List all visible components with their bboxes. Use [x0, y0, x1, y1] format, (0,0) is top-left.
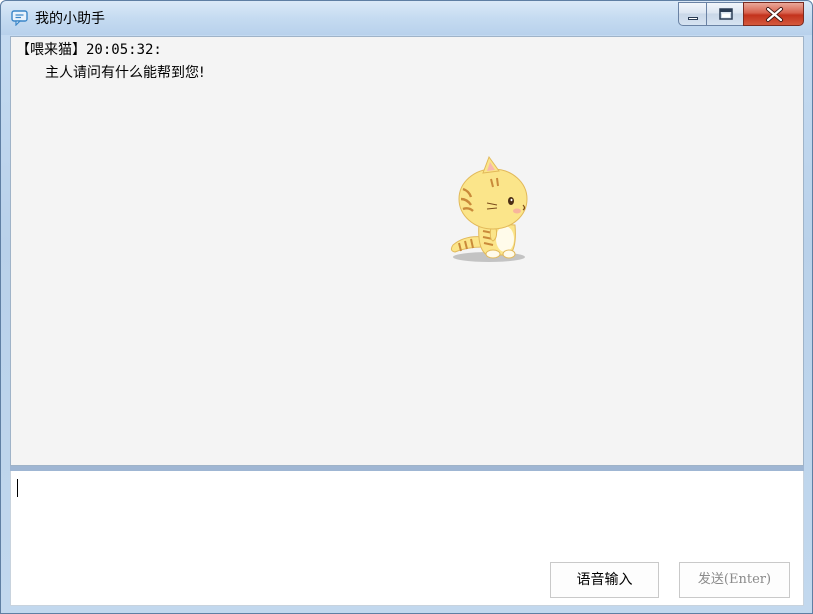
minimize-icon [688, 17, 698, 20]
close-icon [766, 7, 783, 22]
send-button[interactable]: 发送(Enter) [679, 562, 790, 598]
window-title: 我的小助手 [35, 11, 105, 27]
chat-bubble-icon [11, 10, 29, 27]
maximize-button[interactable] [706, 2, 744, 26]
input-panel: 语音输入 发送(Enter) [10, 471, 804, 606]
chat-history[interactable]: 【喂来猫】20:05:32: 主人请问有什么能帮到您! [10, 36, 804, 466]
title-bar[interactable]: 我的小助手 [1, 1, 812, 35]
text-caret [17, 479, 18, 497]
message-time: 20:05:32: [86, 42, 162, 58]
voice-input-button[interactable]: 语音输入 [550, 562, 659, 598]
maximize-icon [719, 8, 733, 20]
message-sender: 【喂来猫】 [16, 42, 86, 58]
cat-mascot-icon [450, 155, 528, 262]
message-input[interactable] [14, 475, 799, 555]
message-header: 【喂来猫】20:05:32: [16, 41, 162, 59]
minimize-button[interactable] [678, 2, 707, 26]
message-text: 主人请问有什么能帮到您! [45, 65, 205, 81]
app-window: 我的小助手 【喂来猫】20:05:32: 主人请问有什么能帮到您! 语音输入 发… [0, 0, 813, 614]
close-button[interactable] [743, 2, 804, 26]
